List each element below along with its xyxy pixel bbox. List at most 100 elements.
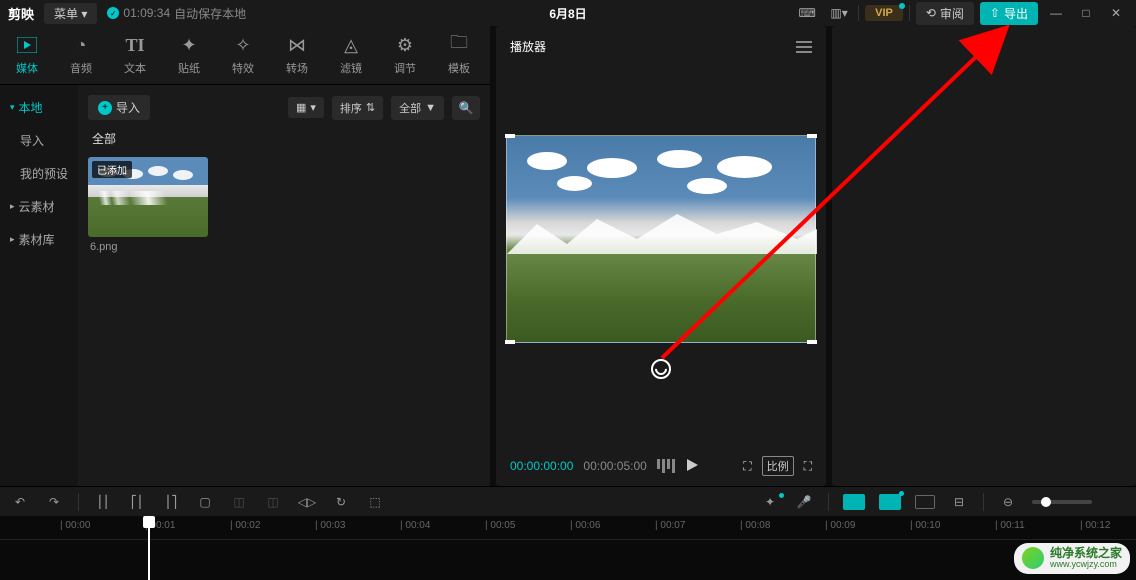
chevron-down-icon: ▾ (310, 101, 316, 114)
player-viewport[interactable] (496, 67, 826, 446)
watermark-url: www.ycwjzy.com (1050, 560, 1122, 570)
search-button[interactable]: 🔍 (452, 96, 480, 120)
minimize-button[interactable]: — (1044, 6, 1068, 20)
rotate-button[interactable]: ↻ (331, 495, 351, 509)
player-menu-icon[interactable] (796, 41, 812, 53)
align-button[interactable]: ⊟ (949, 495, 969, 509)
resize-handle-tr[interactable] (807, 134, 817, 138)
nav-import[interactable]: 导入 (0, 124, 78, 157)
crop-tool-2[interactable]: ◫ (263, 495, 283, 509)
undo-button[interactable]: ↶ (10, 495, 30, 509)
filter-label: 全部 (399, 100, 421, 116)
zoom-out-button[interactable]: ⊖ (998, 495, 1018, 509)
tab-text[interactable]: TI文本 (108, 26, 162, 84)
timeline-ruler[interactable]: | 00:00| 00:01| 00:02| 00:03| 00:04| 00:… (0, 516, 1136, 540)
nav-label: 本地 (19, 99, 43, 116)
zoom-thumb[interactable] (1041, 497, 1051, 507)
tab-transition[interactable]: ⋈转场 (270, 26, 324, 84)
ruler-tick: | 00:00 (60, 520, 90, 531)
rotate-handle[interactable] (651, 359, 671, 379)
ruler-tick: | 00:04 (400, 520, 430, 531)
resize-handle-bl[interactable] (505, 340, 515, 344)
mirror-button[interactable]: ◁▷ (297, 495, 317, 509)
media-thumb[interactable]: 已添加 6.png (88, 157, 208, 253)
focus-icon[interactable]: ⛶ (743, 459, 751, 474)
autosave-status: ✓ 01:09:34 自动保存本地 (107, 5, 246, 22)
mic-button[interactable]: 🎤 (794, 495, 814, 509)
filter-button[interactable]: 全部 ▼ (391, 96, 444, 120)
media-toolbar: +导入 ▦▾ 排序 ⇅ 全部 ▼ 🔍 (88, 95, 480, 120)
tab-filter[interactable]: ◬滤镜 (324, 26, 378, 84)
view-grid-button[interactable]: ▦▾ (288, 97, 324, 118)
playhead[interactable] (148, 516, 150, 580)
player-canvas[interactable] (506, 135, 816, 343)
timeline[interactable]: | 00:00| 00:01| 00:02| 00:03| 00:04| 00:… (0, 516, 1136, 580)
tab-audio[interactable]: ◔音频 (54, 26, 108, 84)
nav-label: 云素材 (19, 198, 55, 215)
tab-label: 特效 (232, 60, 254, 76)
redo-button[interactable]: ↷ (44, 495, 64, 509)
resize-handle-br[interactable] (807, 340, 817, 344)
tab-label: 文本 (124, 60, 146, 76)
ruler-tick: | 00:09 (825, 520, 855, 531)
resize-handle-tl[interactable] (505, 134, 515, 138)
split-button[interactable]: ⎮⎮ (93, 495, 113, 509)
app-name: 剪映 (8, 4, 34, 23)
ratio-button[interactable]: 比例 (762, 456, 794, 476)
tab-effect[interactable]: ✧特效 (216, 26, 270, 84)
import-button[interactable]: +导入 (88, 95, 150, 120)
tab-adjust[interactable]: ⚙调节 (378, 26, 432, 84)
track-mode-2[interactable] (879, 494, 901, 510)
zoom-slider[interactable] (1032, 500, 1092, 504)
grid-icon: ▦ (296, 101, 306, 114)
delete-button[interactable]: ▢ (195, 495, 215, 509)
titlebar-left: 剪映 菜单 ▾ ✓ 01:09:34 自动保存本地 (8, 3, 246, 24)
ruler-tick: | 00:03 (315, 520, 345, 531)
watermark-logo-icon (1022, 547, 1044, 569)
tab-sticker[interactable]: ✦贴纸 (162, 26, 216, 84)
divider (78, 493, 79, 511)
export-button[interactable]: ⇧导出 (980, 2, 1038, 25)
audio-icon: ◔ (76, 34, 87, 56)
category-tabs: 媒体 ◔音频 TI文本 ✦贴纸 ✧特效 ⋈转场 ◬滤镜 ⚙调节 🗀模板 (0, 26, 490, 85)
import-label: 导入 (116, 99, 140, 116)
tab-template[interactable]: 🗀模板 (432, 26, 486, 84)
nav-cloud[interactable]: ▸云素材 (0, 190, 78, 223)
vip-button[interactable]: VIP (865, 5, 903, 21)
side-nav: ▾ 本地 导入 我的预设 ▸云素材 ▸素材库 (0, 85, 78, 486)
chevron-down-icon: ▾ (10, 102, 15, 113)
close-button[interactable]: ✕ (1104, 6, 1128, 20)
nav-local[interactable]: ▾ 本地 (0, 91, 78, 124)
track-mode-1[interactable] (843, 494, 865, 510)
main-row: 媒体 ◔音频 TI文本 ✦贴纸 ✧特效 ⋈转场 ◬滤镜 ⚙调节 🗀模板 ▾ 本地 … (0, 26, 1136, 486)
project-title[interactable]: 6月8日 (549, 5, 586, 22)
divider (828, 493, 829, 511)
compare-icon[interactable] (657, 459, 675, 473)
magic-button[interactable]: ✦ (760, 495, 780, 509)
crop-button[interactable]: ⬚ (365, 495, 385, 509)
ruler-tick: | 00:02 (230, 520, 260, 531)
nav-library[interactable]: ▸素材库 (0, 223, 78, 256)
sticker-icon: ✦ (181, 34, 196, 56)
fullscreen-icon[interactable]: ⛶ (804, 459, 812, 474)
crop-tool-1[interactable]: ◫ (229, 495, 249, 509)
select-left-button[interactable]: ⎡⎮ (127, 495, 147, 509)
maximize-button[interactable]: □ (1074, 6, 1098, 20)
ruler-tick: | 00:11 (995, 520, 1025, 531)
duration-time: 00:00:05:00 (583, 459, 646, 473)
sort-button[interactable]: 排序 ⇅ (332, 96, 383, 120)
keyboard-icon[interactable]: ⌨ (794, 3, 820, 23)
review-label: 审阅 (940, 5, 964, 22)
tab-media[interactable]: 媒体 (0, 26, 54, 84)
transition-icon: ⋈ (288, 34, 306, 56)
track-mode-3[interactable] (915, 495, 935, 509)
play-button[interactable] (685, 458, 699, 475)
menu-button[interactable]: 菜单 ▾ (44, 3, 97, 24)
titlebar-right: ⌨ ▥▾ VIP ⟲审阅 ⇧导出 — □ ✕ (794, 2, 1128, 25)
nav-presets[interactable]: 我的预设 (0, 157, 78, 190)
layout-icon[interactable]: ▥▾ (826, 3, 852, 23)
review-button[interactable]: ⟲审阅 (916, 2, 974, 25)
select-right-button[interactable]: ⎮⎤ (161, 495, 181, 509)
export-icon: ⇧ (990, 6, 1000, 20)
ruler-tick: | 00:12 (1080, 520, 1110, 531)
